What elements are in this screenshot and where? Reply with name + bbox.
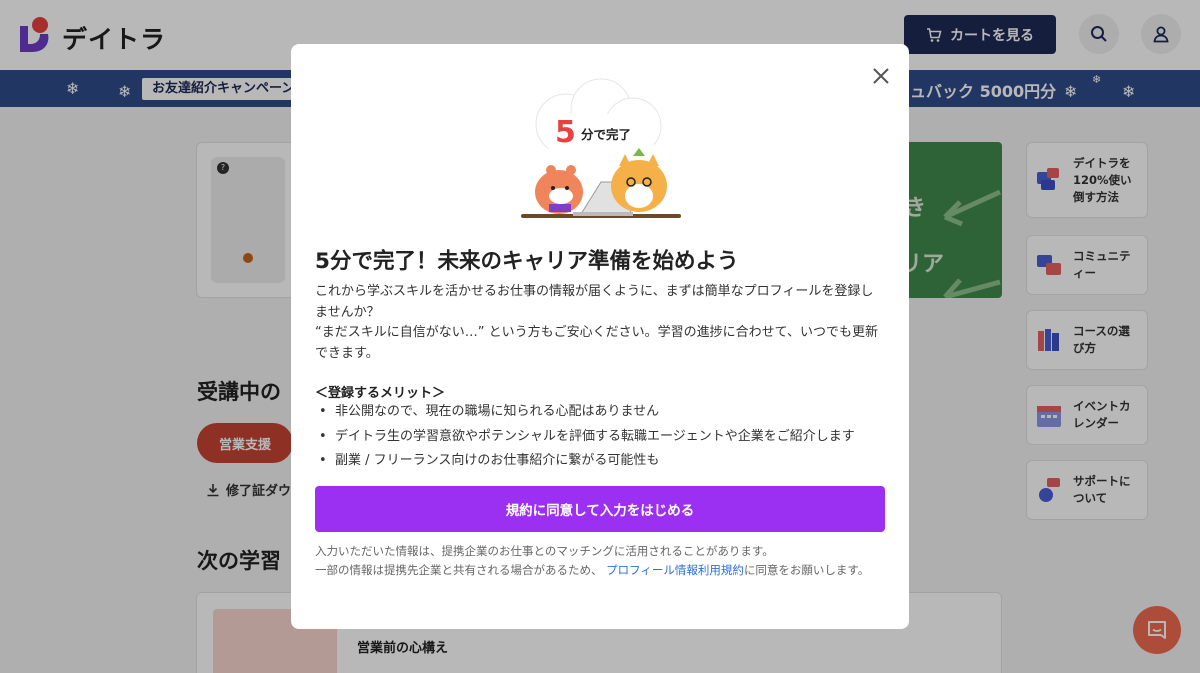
- badge-text: 分で完了: [581, 127, 631, 142]
- footnote-line: 入力いただいた情報は、提携企業のお仕事とのマッチングに活用されることがあります。: [315, 544, 774, 558]
- merit-item: 非公開なので、現在の職場に知られる心配はありません: [319, 400, 889, 425]
- badge-number: 5: [555, 115, 576, 150]
- modal-paragraph: “まだスキルに自信がない…” という方もご安心ください。学習の進捗に合わせて、い…: [315, 325, 878, 361]
- merits-list: 非公開なので、現在の職場に知られる心配はありません デイトラ生の学習意欲やポテン…: [319, 400, 889, 474]
- profile-terms-link[interactable]: プロフィール情報利用規約: [606, 563, 744, 577]
- tiger-mascot: [535, 165, 583, 214]
- footnote-text: 一部の情報は提携先企業と共有される場合があるため、: [315, 563, 603, 577]
- modal-paragraph: これから学ぶスキルを活かせるお仕事の情報が届くように、まずは簡単なプロフィールを…: [315, 284, 874, 320]
- privacy-footnote: 入力いただいた情報は、提携企業のお仕事とのマッチングに活用されることがあります。…: [315, 542, 885, 580]
- modal-description: これから学ぶスキルを活かせるお仕事の情報が届くように、まずは簡単なプロフィールを…: [315, 282, 885, 364]
- modal-title: 5分で完了！未来のキャリア準備を始めよう: [315, 249, 739, 274]
- footnote-line-2: 一部の情報は提携先企業と共有される場合があるため、 プロフィール情報利用規約に同…: [315, 561, 885, 580]
- agree-and-start-button[interactable]: 規約に同意して入力をはじめる: [315, 486, 885, 532]
- footnote-text: に同意をお願いします。: [743, 563, 870, 577]
- merits-heading: ＜登録するメリット＞: [315, 386, 446, 401]
- mascot-illustration: 5 分で完了: [521, 78, 681, 218]
- merit-item: 副業 / フリーランス向けのお仕事紹介に繋がる可能性も: [319, 449, 889, 474]
- merit-item: デイトラ生の学習意欲やポテンシャルを評価する転職エージェントや企業をご紹介します: [319, 425, 889, 450]
- profile-registration-modal: 5 分で完了 5分で完了！未来のキャリア準備を始めよう これから学ぶスキルを活か…: [291, 44, 909, 629]
- close-icon[interactable]: [869, 64, 893, 88]
